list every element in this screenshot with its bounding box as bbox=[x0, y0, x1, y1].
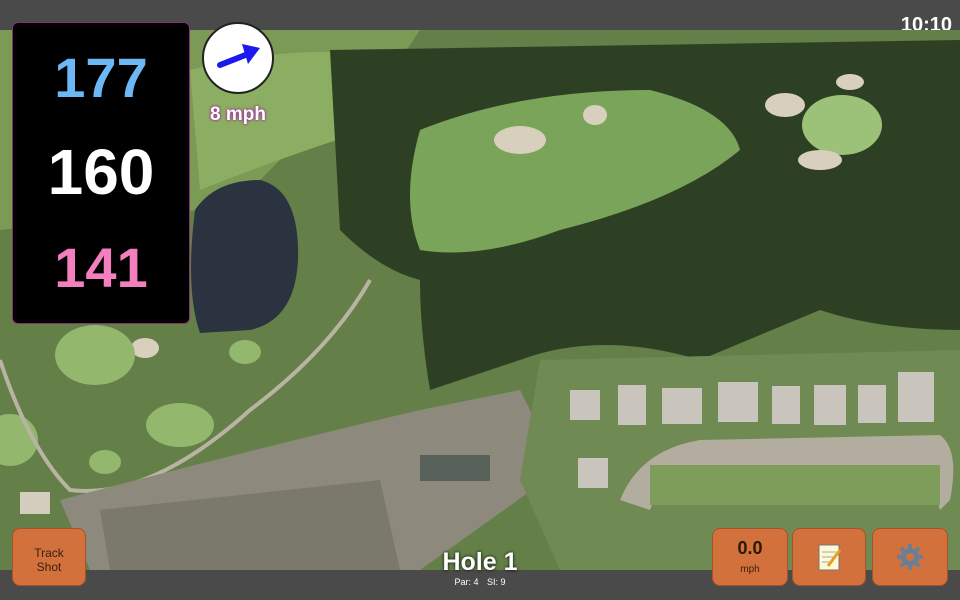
back-of-green-distance: 177 bbox=[54, 46, 148, 109]
hole-par: Par: 4 bbox=[454, 577, 479, 587]
wind-speed-value: 0.0 bbox=[737, 538, 763, 558]
hole-stroke-index: SI: 9 bbox=[487, 577, 506, 587]
gear-icon bbox=[897, 544, 923, 570]
wind-speed-label: 8 mph bbox=[210, 104, 266, 125]
center-of-green-distance: 160 bbox=[47, 136, 155, 208]
track-shot-label-line1: Track bbox=[34, 546, 64, 560]
wind-speed-button[interactable]: 0.0 mph bbox=[712, 528, 788, 586]
hole-title: Hole 1 bbox=[442, 548, 518, 576]
wind-direction-indicator[interactable] bbox=[202, 22, 274, 94]
notes-button[interactable] bbox=[792, 528, 866, 586]
hole-info: Par: 4 SI: 9 bbox=[420, 577, 540, 587]
distance-panel: 177 160 141 bbox=[12, 22, 190, 324]
settings-button[interactable] bbox=[872, 528, 948, 586]
track-shot-label-line2: Shot bbox=[36, 560, 62, 574]
track-shot-button[interactable]: Track Shot bbox=[12, 528, 86, 586]
wind-speed-unit: mph bbox=[740, 564, 760, 575]
notepad-icon bbox=[818, 544, 842, 571]
front-of-green-distance: 141 bbox=[54, 236, 148, 299]
wind-arrow-icon bbox=[217, 44, 260, 68]
